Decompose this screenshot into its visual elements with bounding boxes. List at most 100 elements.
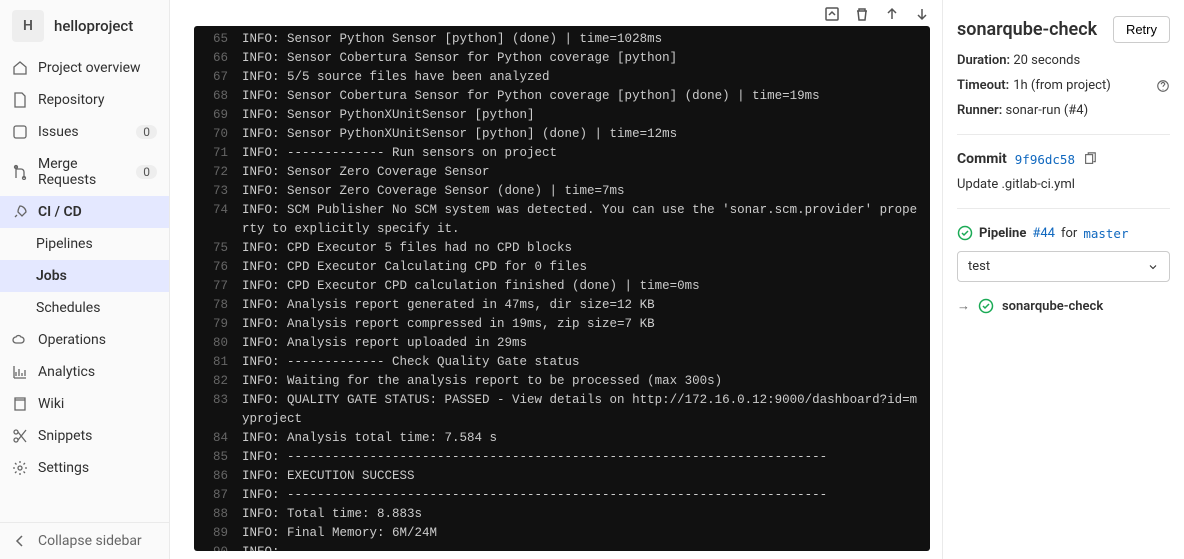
- divider: [957, 134, 1170, 135]
- collapse-sidebar[interactable]: Collapse sidebar: [0, 522, 169, 559]
- chevron-left-icon: [12, 533, 28, 549]
- arrow-icon: →: [957, 298, 970, 314]
- erase-icon[interactable]: [854, 6, 870, 22]
- line-number: 80: [194, 334, 242, 353]
- line-number: 66: [194, 49, 242, 68]
- sidebar-item-analytics[interactable]: Analytics: [0, 356, 169, 388]
- terminal-output[interactable]: 65INFO: Sensor Python Sensor [python] (d…: [194, 26, 930, 551]
- sidebar-item-wiki[interactable]: Wiki: [0, 388, 169, 420]
- line-number: 72: [194, 163, 242, 182]
- line-number: 87: [194, 486, 242, 505]
- log-toolbar: [194, 0, 930, 26]
- project-avatar: H: [12, 10, 44, 42]
- sidebar-item-label: Analytics: [38, 364, 95, 380]
- stage-select[interactable]: test: [957, 251, 1170, 282]
- sidebar-item-label: Pipelines: [36, 236, 93, 252]
- line-text: INFO: CPD Executor Calculating CPD for 0…: [242, 258, 930, 277]
- log-line: 86INFO: EXECUTION SUCCESS: [194, 467, 930, 486]
- help-icon[interactable]: [1156, 79, 1170, 93]
- current-job-row[interactable]: → sonarqube-check: [957, 298, 1170, 314]
- sidebar-item-pipelines[interactable]: Pipelines: [0, 228, 169, 260]
- sidebar-item-label: Repository: [38, 92, 104, 108]
- commit-label: Commit: [957, 151, 1007, 167]
- file-icon: [12, 92, 28, 108]
- runner-row: Runner: sonar-run (#4): [957, 103, 1170, 118]
- for-text: for: [1061, 226, 1077, 241]
- line-text: INFO: Sensor Cobertura Sensor for Python…: [242, 87, 930, 106]
- line-number: 71: [194, 144, 242, 163]
- book-icon: [12, 396, 28, 412]
- sidebar-item-operations[interactable]: Operations: [0, 324, 169, 356]
- chevron-down-icon: [1147, 261, 1159, 273]
- line-text: INFO: ----------------------------------…: [242, 448, 930, 467]
- line-text: INFO: Analysis report compressed in 19ms…: [242, 315, 930, 334]
- line-text: INFO: ------------- Check Quality Gate s…: [242, 353, 930, 372]
- log-line: 66INFO: Sensor Cobertura Sensor for Pyth…: [194, 49, 930, 68]
- sidebar-item-label: Operations: [38, 332, 106, 348]
- scroll-down-icon[interactable]: [914, 6, 930, 22]
- line-text: INFO: Analysis report generated in 47ms,…: [242, 296, 930, 315]
- line-text: INFO: ------------- Run sensors on proje…: [242, 144, 930, 163]
- log-line: 85INFO: --------------------------------…: [194, 448, 930, 467]
- issues-count-badge: 0: [136, 125, 157, 139]
- sidebar-item-issues[interactable]: Issues 0: [0, 116, 169, 148]
- chart-icon: [12, 364, 28, 380]
- line-number: 86: [194, 467, 242, 486]
- home-icon: [12, 60, 28, 76]
- log-line: 70INFO: Sensor PythonXUnitSensor [python…: [194, 125, 930, 144]
- sidebar-item-merge-requests[interactable]: Merge Requests 0: [0, 148, 169, 196]
- sidebar-item-repository[interactable]: Repository: [0, 84, 169, 116]
- project-header[interactable]: H helloproject: [0, 0, 169, 52]
- sidebar-item-snippets[interactable]: Snippets: [0, 420, 169, 452]
- log-line: 68INFO: Sensor Cobertura Sensor for Pyth…: [194, 87, 930, 106]
- collapse-label: Collapse sidebar: [38, 533, 142, 549]
- line-number: 84: [194, 429, 242, 448]
- log-line: 80INFO: Analysis report uploaded in 29ms: [194, 334, 930, 353]
- gear-icon: [12, 460, 28, 476]
- commit-row: Commit 9f96dc58: [957, 151, 1170, 167]
- line-number: 83: [194, 391, 242, 429]
- log-line: 71INFO: ------------- Run sensors on pro…: [194, 144, 930, 163]
- line-text: INFO: Waiting for the analysis report to…: [242, 372, 930, 391]
- branch-link[interactable]: master: [1083, 226, 1128, 241]
- log-line: 74INFO: SCM Publisher No SCM system was …: [194, 201, 930, 239]
- divider: [957, 208, 1170, 209]
- line-number: 69: [194, 106, 242, 125]
- line-text: INFO: SCM Publisher No SCM system was de…: [242, 201, 930, 239]
- scroll-up-icon[interactable]: [884, 6, 900, 22]
- sidebar-item-cicd[interactable]: CI / CD: [0, 196, 169, 228]
- log-line: 67INFO: 5/5 source files have been analy…: [194, 68, 930, 87]
- log-line: 84INFO: Analysis total time: 7.584 s: [194, 429, 930, 448]
- line-number: 89: [194, 524, 242, 543]
- line-number: 74: [194, 201, 242, 239]
- line-number: 77: [194, 277, 242, 296]
- copy-icon[interactable]: [1083, 152, 1097, 166]
- line-number: 81: [194, 353, 242, 372]
- sidebar-item-overview[interactable]: Project overview: [0, 52, 169, 84]
- commit-sha-link[interactable]: 9f96dc58: [1015, 152, 1075, 167]
- sidebar-item-jobs[interactable]: Jobs: [0, 260, 169, 292]
- sidebar-item-label: Snippets: [38, 428, 92, 444]
- sidebar-item-label: CI / CD: [38, 204, 82, 220]
- line-text: INFO: ----------------------------------…: [242, 486, 930, 505]
- scissors-icon: [12, 428, 28, 444]
- pipeline-row: Pipeline #44 for master: [957, 225, 1170, 241]
- line-text: INFO: Analysis total time: 7.584 s: [242, 429, 930, 448]
- retry-button[interactable]: Retry: [1113, 16, 1170, 43]
- scroll-top-icon[interactable]: [824, 6, 840, 22]
- sidebar-item-label: Merge Requests: [38, 156, 126, 188]
- log-line: 87INFO: --------------------------------…: [194, 486, 930, 505]
- line-number: 70: [194, 125, 242, 144]
- sidebar-item-settings[interactable]: Settings: [0, 452, 169, 484]
- job-details-panel: sonarqube-check Retry Duration: 20 secon…: [942, 0, 1184, 559]
- pipeline-link[interactable]: #44: [1032, 226, 1055, 241]
- log-line: 89INFO: Final Memory: 6M/24M: [194, 524, 930, 543]
- pipeline-label: Pipeline: [979, 226, 1026, 241]
- log-line: 73INFO: Sensor Zero Coverage Sensor (don…: [194, 182, 930, 201]
- sidebar-item-schedules[interactable]: Schedules: [0, 292, 169, 324]
- log-line: 69INFO: Sensor PythonXUnitSensor [python…: [194, 106, 930, 125]
- log-line: 79INFO: Analysis report compressed in 19…: [194, 315, 930, 334]
- mr-count-badge: 0: [136, 165, 157, 179]
- main-content: 65INFO: Sensor Python Sensor [python] (d…: [170, 0, 1184, 559]
- sidebar-item-label: Wiki: [38, 396, 64, 412]
